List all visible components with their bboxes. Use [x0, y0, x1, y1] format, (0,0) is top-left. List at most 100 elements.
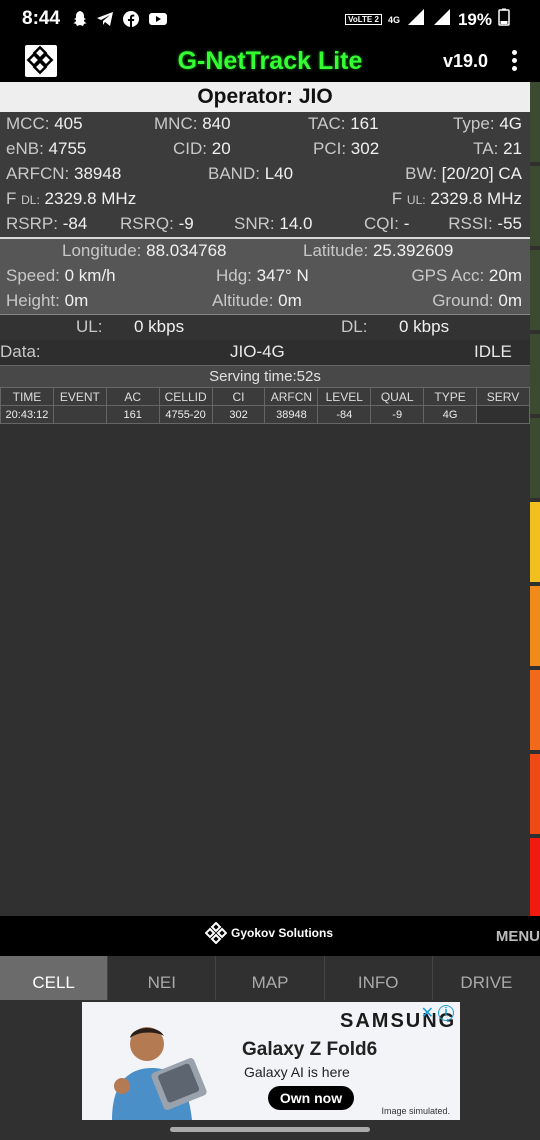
col-cellid: CELLID [158, 387, 213, 406]
rsrq-value: -9 [178, 214, 194, 233]
band-value: L40 [264, 164, 294, 183]
tab-nei[interactable]: NEI [107, 956, 216, 1000]
altitude-label: Altitude: [212, 291, 274, 310]
signal-segment [530, 166, 540, 246]
altitude-value: 0m [278, 291, 302, 310]
height-value: 0m [64, 291, 89, 310]
col-level: LEVEL [317, 387, 372, 406]
app-version: v19.0 [442, 51, 488, 71]
status-bar: 8:44 VoLTE 2 4G 19% [0, 0, 540, 40]
ul-label: UL: [76, 317, 103, 336]
data-state: IDLE [474, 342, 512, 361]
snapchat-icon [70, 10, 88, 28]
mcc-label: MCC: [6, 114, 50, 133]
ul-value: 0 kbps [134, 317, 185, 336]
signal-segment [530, 754, 540, 834]
gyokov-logo-icon [204, 921, 228, 945]
tab-map[interactable]: MAP [215, 956, 324, 1000]
signal-segment [530, 334, 540, 414]
rsrq-label: RSRQ: [120, 214, 174, 233]
signal-segment [530, 670, 540, 750]
signal-segment [530, 502, 540, 582]
col-ac: AC [105, 387, 160, 406]
cell-ci: 302 [211, 405, 266, 424]
cell-event [52, 405, 107, 424]
pci-value: 302 [350, 139, 380, 158]
arfcn-value: 38948 [74, 164, 122, 183]
cid-value: 20 [211, 139, 231, 158]
col-event: EVENT [52, 387, 107, 406]
brand-name: Gyokov Solutions [231, 926, 334, 940]
tab-info[interactable]: INFO [323, 956, 432, 1000]
longitude-value: 88.034768 [146, 241, 227, 260]
mnc-value: 840 [202, 114, 231, 133]
app-header: G-NetTrack Lite v19.0 [0, 40, 540, 82]
ad-disclaimer: Image simulated. [381, 1106, 450, 1116]
cell-info-panel: Operator: JIO MCC: 405 MNC: 840 TAC: 161… [0, 82, 530, 424]
enb-label: eNB: [6, 139, 44, 158]
gesture-nav-handle[interactable] [170, 1127, 370, 1132]
signal-segment [530, 586, 540, 666]
ta-label: TA: [473, 139, 499, 158]
ad-close-icon[interactable]: ✕ [421, 1003, 434, 1023]
volte-icon: VoLTE 2 [345, 14, 382, 25]
cell-time: 20:43:12 [0, 405, 54, 424]
signal-icon-2 [432, 8, 452, 31]
mnc-label: MNC: [154, 114, 198, 133]
signal-icon [406, 8, 426, 31]
cqi-value: - [403, 214, 410, 233]
row-freq: F DL: 2329.8 MHz F UL: 2329.8 MHz [0, 187, 530, 212]
ful-sub-label: UL: [406, 193, 426, 207]
longitude-label: Longitude: [62, 241, 142, 260]
system-status: VoLTE 2 4G 19% [345, 8, 510, 31]
mcc-value: 405 [54, 114, 83, 133]
fdl-sub-label: DL: [21, 193, 40, 207]
cell-cellid: 4755-20 [158, 405, 213, 424]
row-ids-3: ARFCN: 38948 BAND: L40 BW: [20/20] CA [0, 162, 530, 187]
battery-icon [498, 8, 510, 31]
col-serv: SERV [476, 387, 530, 406]
dl-value: 0 kbps [399, 317, 450, 336]
table-row[interactable]: 20:43:12 161 4755-20 302 38948 -84 -9 4G [0, 405, 530, 424]
tab-cell[interactable]: CELL [0, 956, 108, 1000]
row-ids-2: eNB: 4755 CID: 20 PCI: 302 TA: 21 [0, 137, 530, 162]
rssi-value: -55 [497, 214, 522, 233]
data-status-row: Data: JIO-4G IDLE [0, 340, 530, 365]
ful-label: F [391, 189, 403, 208]
ad-headline: Galaxy Z Fold6 [242, 1039, 378, 1060]
tac-label: TAC: [308, 114, 346, 133]
event-log-table: TIME EVENT AC CELLID CI ARFCN LEVEL QUAL… [0, 387, 530, 424]
cell-serv [476, 405, 530, 424]
table-header-row: TIME EVENT AC CELLID CI ARFCN LEVEL QUAL… [0, 387, 530, 406]
ad-cta-button[interactable]: Own now [268, 1086, 354, 1110]
row-motion: Speed: 0 km/h Hdg: 347° N GPS Acc: 20m [0, 264, 530, 289]
ad-subline: Galaxy AI is here [244, 1064, 350, 1080]
signal-level-bar [530, 82, 540, 918]
cell-type: 4G [423, 405, 478, 424]
speed-label: Speed: [6, 266, 60, 285]
ad-info-icon[interactable]: i [438, 1005, 454, 1021]
fdl-label: F [6, 189, 17, 208]
network-type: 4G [387, 14, 400, 25]
ad-banner[interactable]: SAMSUNG ✕ i Galaxy Z Fold6 Galaxy AI is … [82, 1002, 460, 1120]
ground-value: 0m [498, 291, 522, 310]
snr-label: SNR: [234, 214, 275, 233]
snr-value: 14.0 [279, 214, 313, 233]
menu-button[interactable]: MENU [496, 928, 540, 945]
band-label: BAND: [208, 164, 260, 183]
serving-time: Serving time:52s [0, 365, 530, 387]
col-type: TYPE [423, 387, 478, 406]
overflow-menu-icon[interactable] [512, 50, 518, 72]
signal-segment [530, 838, 540, 918]
throughput-panel: UL: 0 kbps DL: 0 kbps [0, 315, 530, 340]
heading-value: 347° N [256, 266, 309, 285]
notification-icons [70, 10, 167, 28]
youtube-icon [148, 10, 167, 28]
ta-value: 21 [503, 139, 522, 158]
signal-segment [530, 82, 540, 162]
ad-person-image [92, 1016, 232, 1120]
heading-label: Hdg: [216, 266, 252, 285]
enb-value: 4755 [48, 139, 87, 158]
signal-segment [530, 250, 540, 330]
tab-drive[interactable]: DRIVE [431, 956, 540, 1000]
